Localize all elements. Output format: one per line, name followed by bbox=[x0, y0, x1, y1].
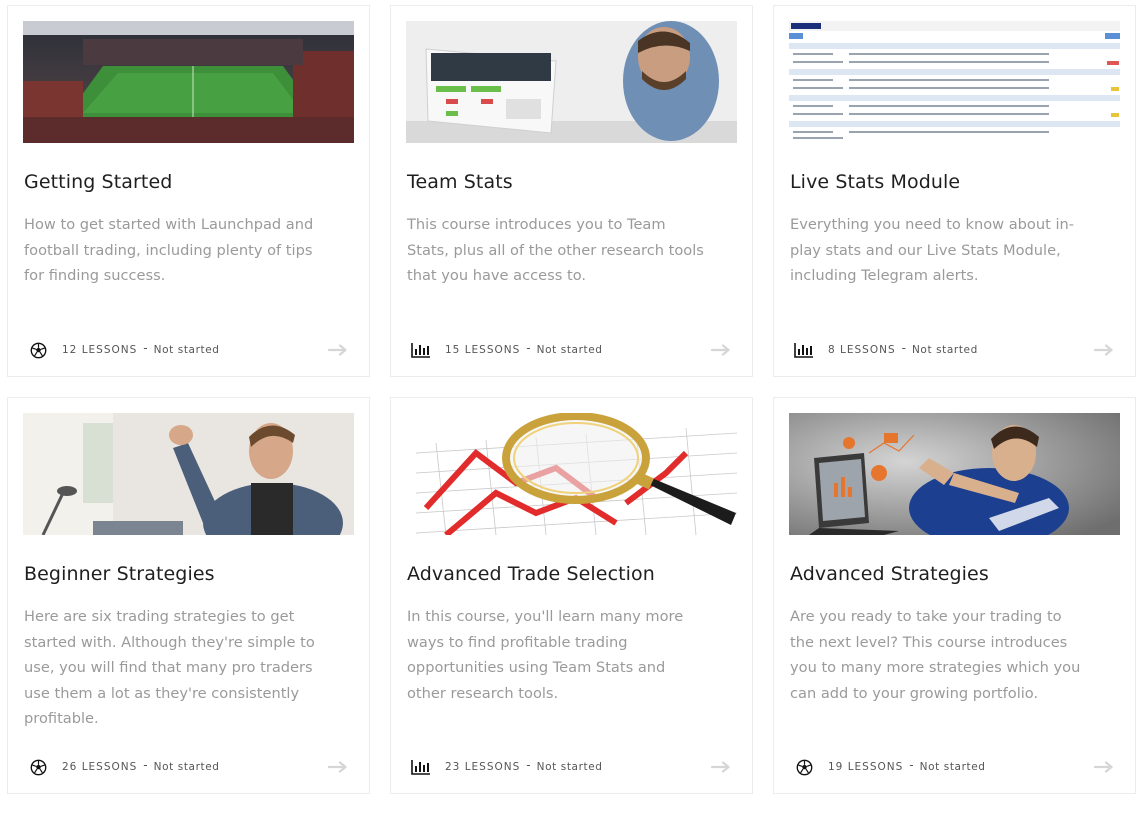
bar-chart-icon bbox=[794, 340, 814, 360]
progress-status: Not started bbox=[536, 344, 603, 356]
course-description: Everything you need to know about in-pla… bbox=[790, 216, 1075, 284]
course-meta: 15 LESSONS - Not started bbox=[407, 340, 732, 360]
meta-separator: - bbox=[143, 341, 148, 355]
course-meta: 19 LESSONS - Not started bbox=[790, 757, 1115, 777]
course-description: In this course, you'll learn many more w… bbox=[407, 608, 684, 702]
course-image-celebrating-man[interactable] bbox=[23, 413, 354, 535]
bar-chart-icon bbox=[411, 340, 431, 360]
course-image-stadium[interactable] bbox=[23, 21, 354, 143]
arrow-right-icon[interactable] bbox=[710, 343, 732, 357]
lesson-count: 23 LESSONS bbox=[445, 761, 521, 773]
course-meta: 12 LESSONS - Not started bbox=[24, 340, 349, 360]
course-description: How to get started with Launchpad and fo… bbox=[24, 216, 314, 284]
course-title[interactable]: Advanced Trade Selection bbox=[407, 563, 655, 585]
lesson-count: 19 LESSONS bbox=[828, 761, 904, 773]
course-title[interactable]: Getting Started bbox=[24, 171, 172, 193]
football-icon bbox=[794, 757, 814, 777]
lesson-count: 26 LESSONS bbox=[62, 761, 138, 773]
arrow-right-icon[interactable] bbox=[327, 760, 349, 774]
lesson-count: 8 LESSONS bbox=[828, 344, 896, 356]
lesson-count: 12 LESSONS bbox=[62, 344, 138, 356]
course-meta: 8 LESSONS - Not started bbox=[790, 340, 1115, 360]
meta-separator: - bbox=[143, 758, 148, 772]
progress-status: Not started bbox=[153, 344, 220, 356]
course-title[interactable]: Live Stats Module bbox=[790, 171, 960, 193]
bar-chart-icon bbox=[411, 757, 431, 777]
course-image-live-stats-table[interactable] bbox=[789, 21, 1120, 143]
course-description: This course introduces you to Team Stats… bbox=[407, 216, 704, 284]
football-icon bbox=[28, 757, 48, 777]
arrow-right-icon[interactable] bbox=[1093, 343, 1115, 357]
course-meta: 23 LESSONS - Not started bbox=[407, 757, 732, 777]
meta-separator: - bbox=[526, 758, 531, 772]
course-title[interactable]: Beginner Strategies bbox=[24, 563, 215, 585]
course-meta: 26 LESSONS - Not started bbox=[24, 757, 349, 777]
course-image-team-stats[interactable] bbox=[406, 21, 737, 143]
progress-status: Not started bbox=[153, 761, 220, 773]
meta-separator: - bbox=[526, 341, 531, 355]
course-title[interactable]: Team Stats bbox=[407, 171, 513, 193]
course-title[interactable]: Advanced Strategies bbox=[790, 563, 989, 585]
progress-status: Not started bbox=[536, 761, 603, 773]
arrow-right-icon[interactable] bbox=[1093, 760, 1115, 774]
course-card-live-stats-module[interactable]: Live Stats Module Everything you need to… bbox=[773, 5, 1136, 377]
progress-status: Not started bbox=[911, 344, 978, 356]
meta-separator: - bbox=[901, 341, 906, 355]
course-card-advanced-strategies[interactable]: Advanced Strategies Are you ready to tak… bbox=[773, 397, 1136, 794]
course-card-beginner-strategies[interactable]: Beginner Strategies Here are six trading… bbox=[7, 397, 370, 794]
arrow-right-icon[interactable] bbox=[327, 343, 349, 357]
course-description: Here are six trading strategies to get s… bbox=[24, 608, 315, 727]
course-image-magnifier-chart[interactable] bbox=[406, 413, 737, 535]
course-image-laptop-analytics[interactable] bbox=[789, 413, 1120, 535]
progress-status: Not started bbox=[919, 761, 986, 773]
course-card-getting-started[interactable]: Getting Started How to get started with … bbox=[7, 5, 370, 377]
football-icon bbox=[28, 340, 48, 360]
meta-separator: - bbox=[909, 758, 914, 772]
lesson-count: 15 LESSONS bbox=[445, 344, 521, 356]
course-card-team-stats[interactable]: Team Stats This course introduces you to… bbox=[390, 5, 753, 377]
course-card-advanced-trade-selection[interactable]: Advanced Trade Selection In this course,… bbox=[390, 397, 753, 794]
course-description: Are you ready to take your trading to th… bbox=[790, 608, 1081, 702]
arrow-right-icon[interactable] bbox=[710, 760, 732, 774]
